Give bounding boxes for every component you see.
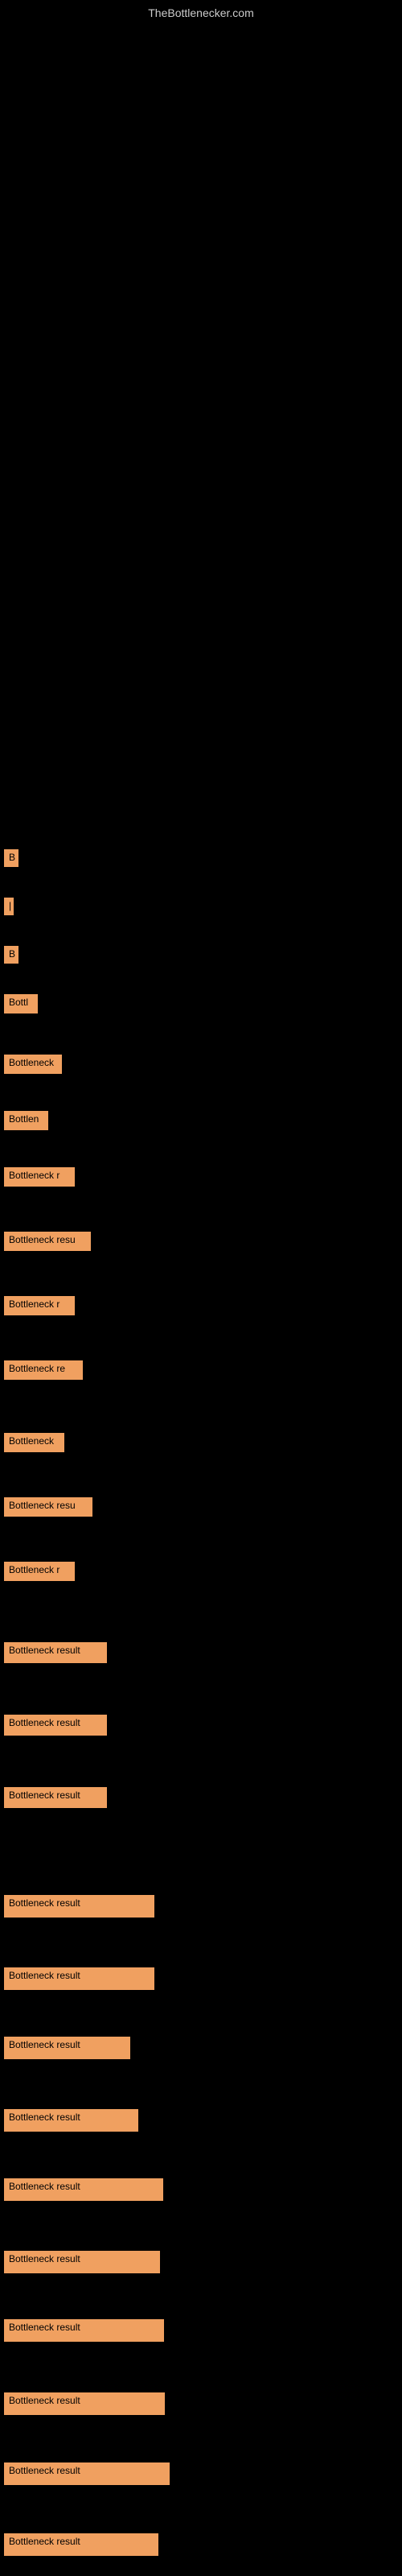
bottleneck-result-item[interactable]: Bottleneck result <box>4 2533 158 2556</box>
bottleneck-result-item[interactable]: Bottl <box>4 994 38 1013</box>
bottleneck-result-item[interactable]: Bottleneck resu <box>4 1232 91 1251</box>
bottleneck-result-item[interactable]: Bottleneck <box>4 1055 62 1074</box>
bottleneck-result-item[interactable]: Bottleneck result <box>4 2319 164 2342</box>
bottleneck-result-item[interactable]: Bottlen <box>4 1111 48 1130</box>
bottleneck-result-item[interactable]: Bottleneck <box>4 1433 64 1452</box>
bottleneck-result-item[interactable]: Bottleneck result <box>4 2251 160 2273</box>
bottleneck-result-item[interactable]: Bottleneck result <box>4 1967 154 1990</box>
bottleneck-result-item[interactable]: | <box>4 898 14 915</box>
bottleneck-result-item[interactable]: Bottleneck resu <box>4 1497 92 1517</box>
bottleneck-result-item[interactable]: Bottleneck result <box>4 2462 170 2485</box>
bottleneck-result-item[interactable]: Bottleneck result <box>4 1642 107 1663</box>
bottleneck-result-item[interactable]: Bottleneck r <box>4 1296 75 1315</box>
bottleneck-result-item[interactable]: Bottleneck result <box>4 1895 154 1918</box>
bottleneck-result-item[interactable]: Bottleneck result <box>4 2392 165 2415</box>
bottleneck-result-item[interactable]: Bottleneck result <box>4 2178 163 2201</box>
bottleneck-result-item[interactable]: Bottleneck result <box>4 2109 138 2132</box>
bottleneck-result-item[interactable]: B <box>4 849 18 867</box>
site-title: TheBottlenecker.com <box>148 6 254 19</box>
bottleneck-result-item[interactable]: Bottleneck result <box>4 2037 130 2059</box>
bottleneck-result-item[interactable]: Bottleneck re <box>4 1360 83 1380</box>
bottleneck-result-item[interactable]: B <box>4 946 18 964</box>
bottleneck-result-item[interactable]: Bottleneck result <box>4 1715 107 1736</box>
bottleneck-result-item[interactable]: Bottleneck r <box>4 1562 75 1581</box>
bottleneck-result-item[interactable]: Bottleneck result <box>4 1787 107 1808</box>
bottleneck-result-item[interactable]: Bottleneck r <box>4 1167 75 1187</box>
